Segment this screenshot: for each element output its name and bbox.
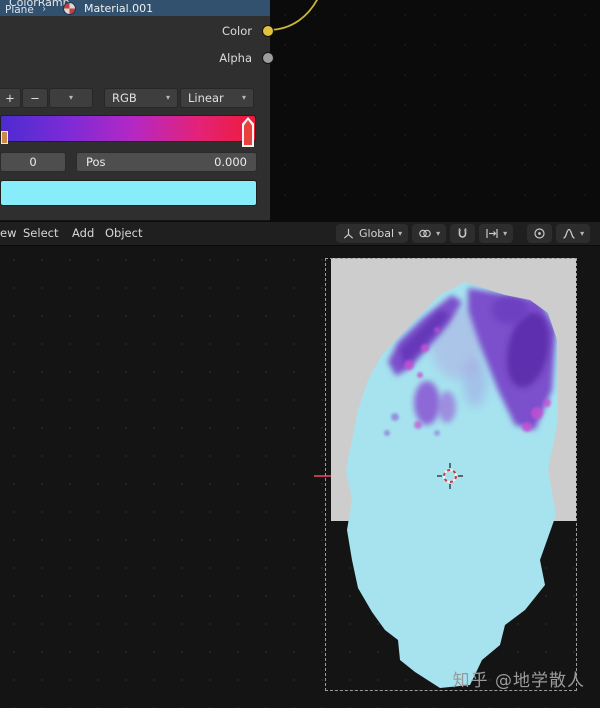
- menu-add[interactable]: Add: [72, 222, 94, 245]
- breadcrumb-material[interactable]: Material.001: [84, 2, 153, 15]
- breadcrumb-separator-icon: ›: [42, 3, 47, 15]
- chevron-down-icon: ▾: [436, 228, 441, 238]
- add-stop-button[interactable]: +: [0, 88, 21, 108]
- falloff-curve-icon: [563, 228, 575, 239]
- cursor-3d[interactable]: [436, 462, 464, 490]
- colorramp-node[interactable]: ColorRamp Plane › Material.001 Color Alp…: [0, 0, 270, 221]
- ramp-stop-right-handle[interactable]: [242, 117, 254, 147]
- snap-target-icon: [486, 229, 498, 238]
- menu-object[interactable]: Object: [105, 222, 142, 245]
- pos-label: Pos: [86, 155, 106, 169]
- stop-color-swatch[interactable]: [0, 180, 257, 206]
- chevron-down-icon: ▾: [503, 228, 508, 238]
- chevron-down-icon: ▾: [165, 93, 170, 102]
- color-output-socket[interactable]: [262, 25, 274, 37]
- blender-window: ColorRamp Plane › Material.001 Color Alp…: [0, 0, 600, 708]
- stop-index-value: 0: [29, 155, 37, 169]
- ramp-stop-left-handle[interactable]: [1, 131, 8, 144]
- watermark-text: 知乎 @地学散人: [452, 671, 585, 691]
- material-breadcrumb-bar: ColorRamp Plane › Material.001: [0, 0, 270, 16]
- ramp-stop-right-fill: [244, 120, 252, 145]
- chevron-down-icon: ▾: [241, 93, 246, 102]
- pivot-circles-icon: [419, 229, 431, 238]
- chevron-down-icon: ▾: [580, 228, 585, 238]
- interpolation-label: Linear: [188, 91, 224, 105]
- minus-icon: −: [30, 91, 40, 105]
- shader-editor-backdrop[interactable]: ColorRamp Plane › Material.001 Color Alp…: [0, 0, 600, 222]
- stop-position-slider[interactable]: Pos 0.000: [76, 152, 257, 172]
- color-mode-dropdown[interactable]: RGB ▾: [104, 88, 178, 108]
- viewport-header: ew Select Add Object Global ▾ ▾ ▾ ▾: [0, 222, 600, 246]
- menu-select[interactable]: Select: [23, 222, 58, 245]
- output-label-color: Color: [221, 24, 252, 38]
- proportional-circle-icon: [534, 228, 545, 239]
- magnet-icon: [458, 228, 467, 238]
- proportional-falloff-dropdown[interactable]: ▾: [556, 224, 591, 243]
- orientation-label: Global: [359, 227, 395, 240]
- color-mode-label: RGB: [112, 91, 137, 105]
- interpolation-dropdown[interactable]: Linear ▾: [180, 88, 254, 108]
- remove-stop-button[interactable]: −: [22, 88, 48, 108]
- color-ramp-gradient[interactable]: [0, 115, 256, 147]
- snap-with-dropdown[interactable]: ▾: [479, 224, 514, 243]
- chevron-down-icon: ▾: [398, 228, 403, 238]
- material-sphere-icon: [63, 2, 76, 15]
- ramp-specials-dropdown[interactable]: ▾: [49, 88, 93, 108]
- stop-index-field[interactable]: 0: [0, 152, 66, 172]
- pivot-point-dropdown[interactable]: ▾: [412, 224, 447, 243]
- snap-toggle-button[interactable]: [450, 224, 476, 243]
- plus-icon: +: [5, 91, 15, 105]
- transform-orientation-dropdown[interactable]: Global ▾: [336, 224, 409, 243]
- proportional-editing-toggle[interactable]: [527, 224, 553, 243]
- viewport-3d[interactable]: 知乎 @地学散人: [0, 246, 600, 708]
- pos-value: 0.000: [214, 155, 247, 169]
- menu-view[interactable]: ew: [0, 222, 16, 245]
- chevron-down-icon: ▾: [68, 93, 73, 102]
- orientation-axes-icon: [343, 228, 354, 239]
- viewport-toolbar: Global ▾ ▾ ▾ ▾: [336, 224, 591, 243]
- breadcrumb-object[interactable]: Plane: [5, 4, 34, 16]
- alpha-output-socket[interactable]: [262, 52, 274, 64]
- output-label-alpha: Alpha: [219, 51, 252, 65]
